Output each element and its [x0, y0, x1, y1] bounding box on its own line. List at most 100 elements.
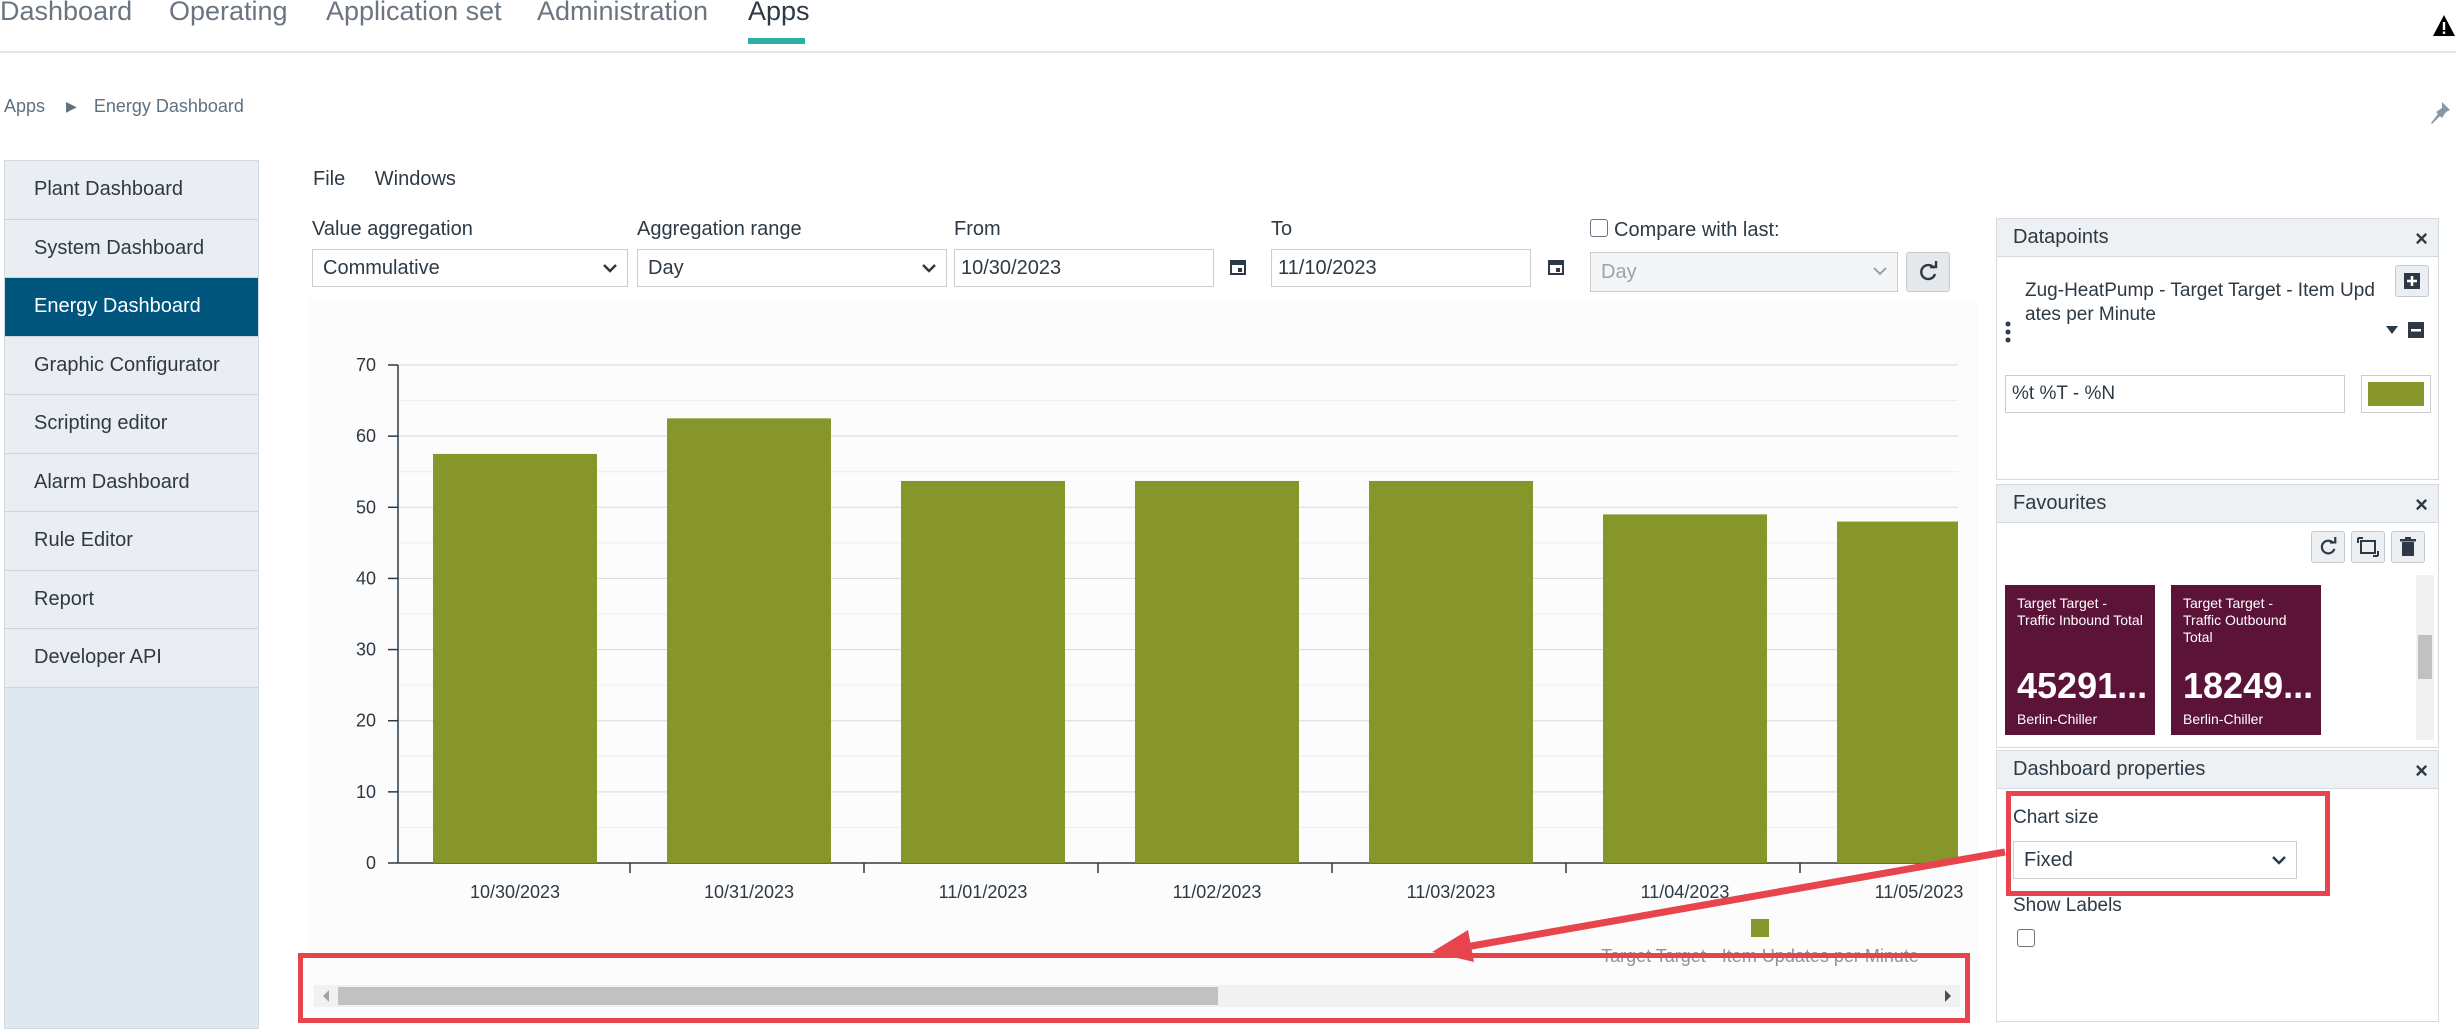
refresh-icon	[1920, 261, 1938, 281]
sidebar-item-energy-dashboard[interactable]: Energy Dashboard	[5, 278, 258, 337]
x-tick-label: 11/04/2023	[1641, 882, 1730, 902]
calendar-icon[interactable]	[1547, 258, 1565, 276]
pin-icon[interactable]	[2428, 100, 2452, 126]
chevron-down-icon	[603, 264, 617, 273]
x-tick-label: 10/30/2023	[470, 882, 560, 902]
compare-period-value: Day	[1601, 260, 1637, 283]
x-tick-label: 11/03/2023	[1407, 882, 1496, 902]
y-tick-label: 60	[356, 426, 376, 446]
datapoints-panel-header: Datapoints ×	[1997, 219, 2438, 257]
drag-handle-icon[interactable]	[2005, 321, 2011, 345]
refresh-button[interactable]	[1906, 252, 1950, 292]
y-tick-label: 10	[356, 782, 376, 802]
sidebar-item-graphic-configurator[interactable]: Graphic Configurator	[5, 336, 258, 395]
chart-bar	[1603, 514, 1767, 863]
from-label: From	[954, 218, 1001, 240]
remove-icon[interactable]	[2407, 321, 2425, 339]
sidebar-item-system-dashboard[interactable]: System Dashboard	[5, 219, 258, 278]
dashboard-properties-header: Dashboard properties ×	[1997, 751, 2438, 789]
annotation-box-scrollbar	[298, 953, 1970, 1023]
favourite-tile[interactable]: Target Target - Traffic Outbound Total 1…	[2171, 585, 2321, 735]
caret-down-icon[interactable]	[2385, 325, 2399, 335]
favourites-vertical-scrollbar[interactable]	[2416, 575, 2434, 740]
warning-icon[interactable]	[2432, 14, 2456, 38]
aggregation-range-select[interactable]: Day	[637, 249, 947, 287]
chart-bar	[1837, 521, 1958, 863]
sidebar: Plant Dashboard System Dashboard Energy …	[4, 160, 259, 1029]
sidebar-item-rule-editor[interactable]: Rule Editor	[5, 512, 258, 571]
aggregation-range-label: Aggregation range	[637, 218, 802, 240]
tab-application-set[interactable]: Application set	[326, 0, 502, 27]
breadcrumb-separator-icon: ▶	[66, 97, 77, 114]
tab-operating[interactable]: Operating	[169, 0, 288, 27]
scrollbar-thumb[interactable]	[2418, 635, 2432, 679]
aggregation-range-value: Day	[648, 256, 684, 279]
close-icon[interactable]: ×	[2415, 492, 2428, 518]
value-aggregation-select[interactable]: Commulative	[312, 249, 628, 287]
from-date-input[interactable]: 10/30/2023	[954, 249, 1214, 287]
favourites-panel-title: Favourites	[2013, 492, 2107, 514]
x-tick-label: 11/01/2023	[939, 882, 1028, 902]
datapoint-format-input[interactable]: %t %T - %N	[2005, 375, 2345, 413]
favourite-tile[interactable]: Target Target - Traffic Inbound Total 45…	[2005, 585, 2155, 735]
breadcrumb-apps[interactable]: Apps	[4, 96, 45, 116]
plus-icon	[2404, 273, 2420, 289]
energy-chart: 0 10 20 30 40 50 60 70 10/30/2023 10/31/2023 11/01…	[308, 300, 1978, 1020]
favourite-tile-title: Target Target - Traffic Inbound Total	[2017, 595, 2143, 628]
tab-dashboard[interactable]: Dashboard	[0, 0, 132, 27]
y-tick-label: 40	[356, 568, 376, 588]
refresh-favourites-button[interactable]	[2311, 531, 2345, 563]
chart-bar	[1135, 480, 1299, 863]
x-tick-label: 10/31/2023	[704, 882, 794, 902]
delete-favourites-button[interactable]	[2391, 531, 2425, 563]
legend-swatch	[1751, 919, 1769, 937]
top-navigation: Dashboard Operating Application set Admi…	[0, 0, 2456, 53]
y-tick-label: 0	[366, 853, 376, 873]
calendar-icon[interactable]	[1229, 258, 1247, 276]
datapoint-color-picker[interactable]	[2361, 375, 2431, 413]
favourite-tile-title: Target Target - Traffic Outbound Total	[2183, 595, 2287, 645]
datapoints-panel: Datapoints × Zug-HeatPump - Target Targe…	[1996, 218, 2439, 480]
menu-file[interactable]: File	[313, 168, 345, 190]
bar-chart-svg: 0 10 20 30 40 50 60 70 10/30/2023 10/31/2023 11/01…	[356, 355, 1964, 966]
sidebar-item-plant-dashboard[interactable]: Plant Dashboard	[5, 161, 258, 220]
tab-apps[interactable]: Apps	[748, 0, 810, 27]
y-tick-label: 30	[356, 640, 376, 660]
dashboard-properties-title: Dashboard properties	[2013, 758, 2206, 780]
chevron-down-icon	[1873, 267, 1887, 276]
chevron-down-icon	[922, 264, 936, 273]
value-aggregation-label: Value aggregation	[312, 218, 473, 240]
sidebar-item-alarm-dashboard[interactable]: Alarm Dashboard	[5, 453, 258, 512]
add-datapoint-button[interactable]	[2395, 265, 2429, 297]
compare-checkbox[interactable]	[1590, 219, 1608, 237]
favourite-tile-value: 45291...	[2017, 665, 2148, 706]
datapoints-panel-title: Datapoints	[2013, 226, 2109, 248]
y-tick-label: 70	[356, 355, 376, 375]
datapoint-name: Zug-HeatPump - Target Target - Item Upd …	[2025, 280, 2375, 325]
trash-icon	[2400, 537, 2416, 556]
sidebar-item-developer-api[interactable]: Developer API	[5, 629, 258, 688]
compare-period-select[interactable]: Day	[1590, 252, 1898, 292]
y-tick-label: 20	[356, 711, 376, 731]
chart-bar	[667, 418, 831, 863]
breadcrumb-current: Energy Dashboard	[93, 95, 244, 116]
resize-favourites-button[interactable]	[2351, 531, 2385, 563]
value-aggregation-value: Commulative	[323, 256, 440, 279]
x-tick-label: 11/02/2023	[1173, 882, 1262, 902]
favourites-panel-header: Favourites ×	[1997, 485, 2438, 523]
favourite-tile-value: 18249...	[2183, 665, 2314, 706]
chart-bar	[901, 480, 1065, 863]
close-icon[interactable]: ×	[2415, 758, 2428, 784]
annotation-box-chart-size	[2006, 791, 2330, 896]
show-labels-checkbox[interactable]	[2017, 929, 2035, 947]
to-date-input[interactable]: 11/10/2023	[1271, 249, 1531, 287]
chart-bar	[433, 453, 597, 863]
close-icon[interactable]: ×	[2415, 226, 2428, 252]
sidebar-item-report[interactable]: Report	[5, 570, 258, 629]
compare-label: Compare with last:	[1614, 219, 1780, 241]
x-tick-label: 11/05/2023	[1875, 882, 1964, 902]
resize-icon	[2357, 537, 2379, 557]
menu-windows[interactable]: Windows	[375, 168, 456, 190]
sidebar-item-scripting-editor[interactable]: Scripting editor	[5, 395, 258, 454]
tab-administration[interactable]: Administration	[537, 0, 708, 27]
